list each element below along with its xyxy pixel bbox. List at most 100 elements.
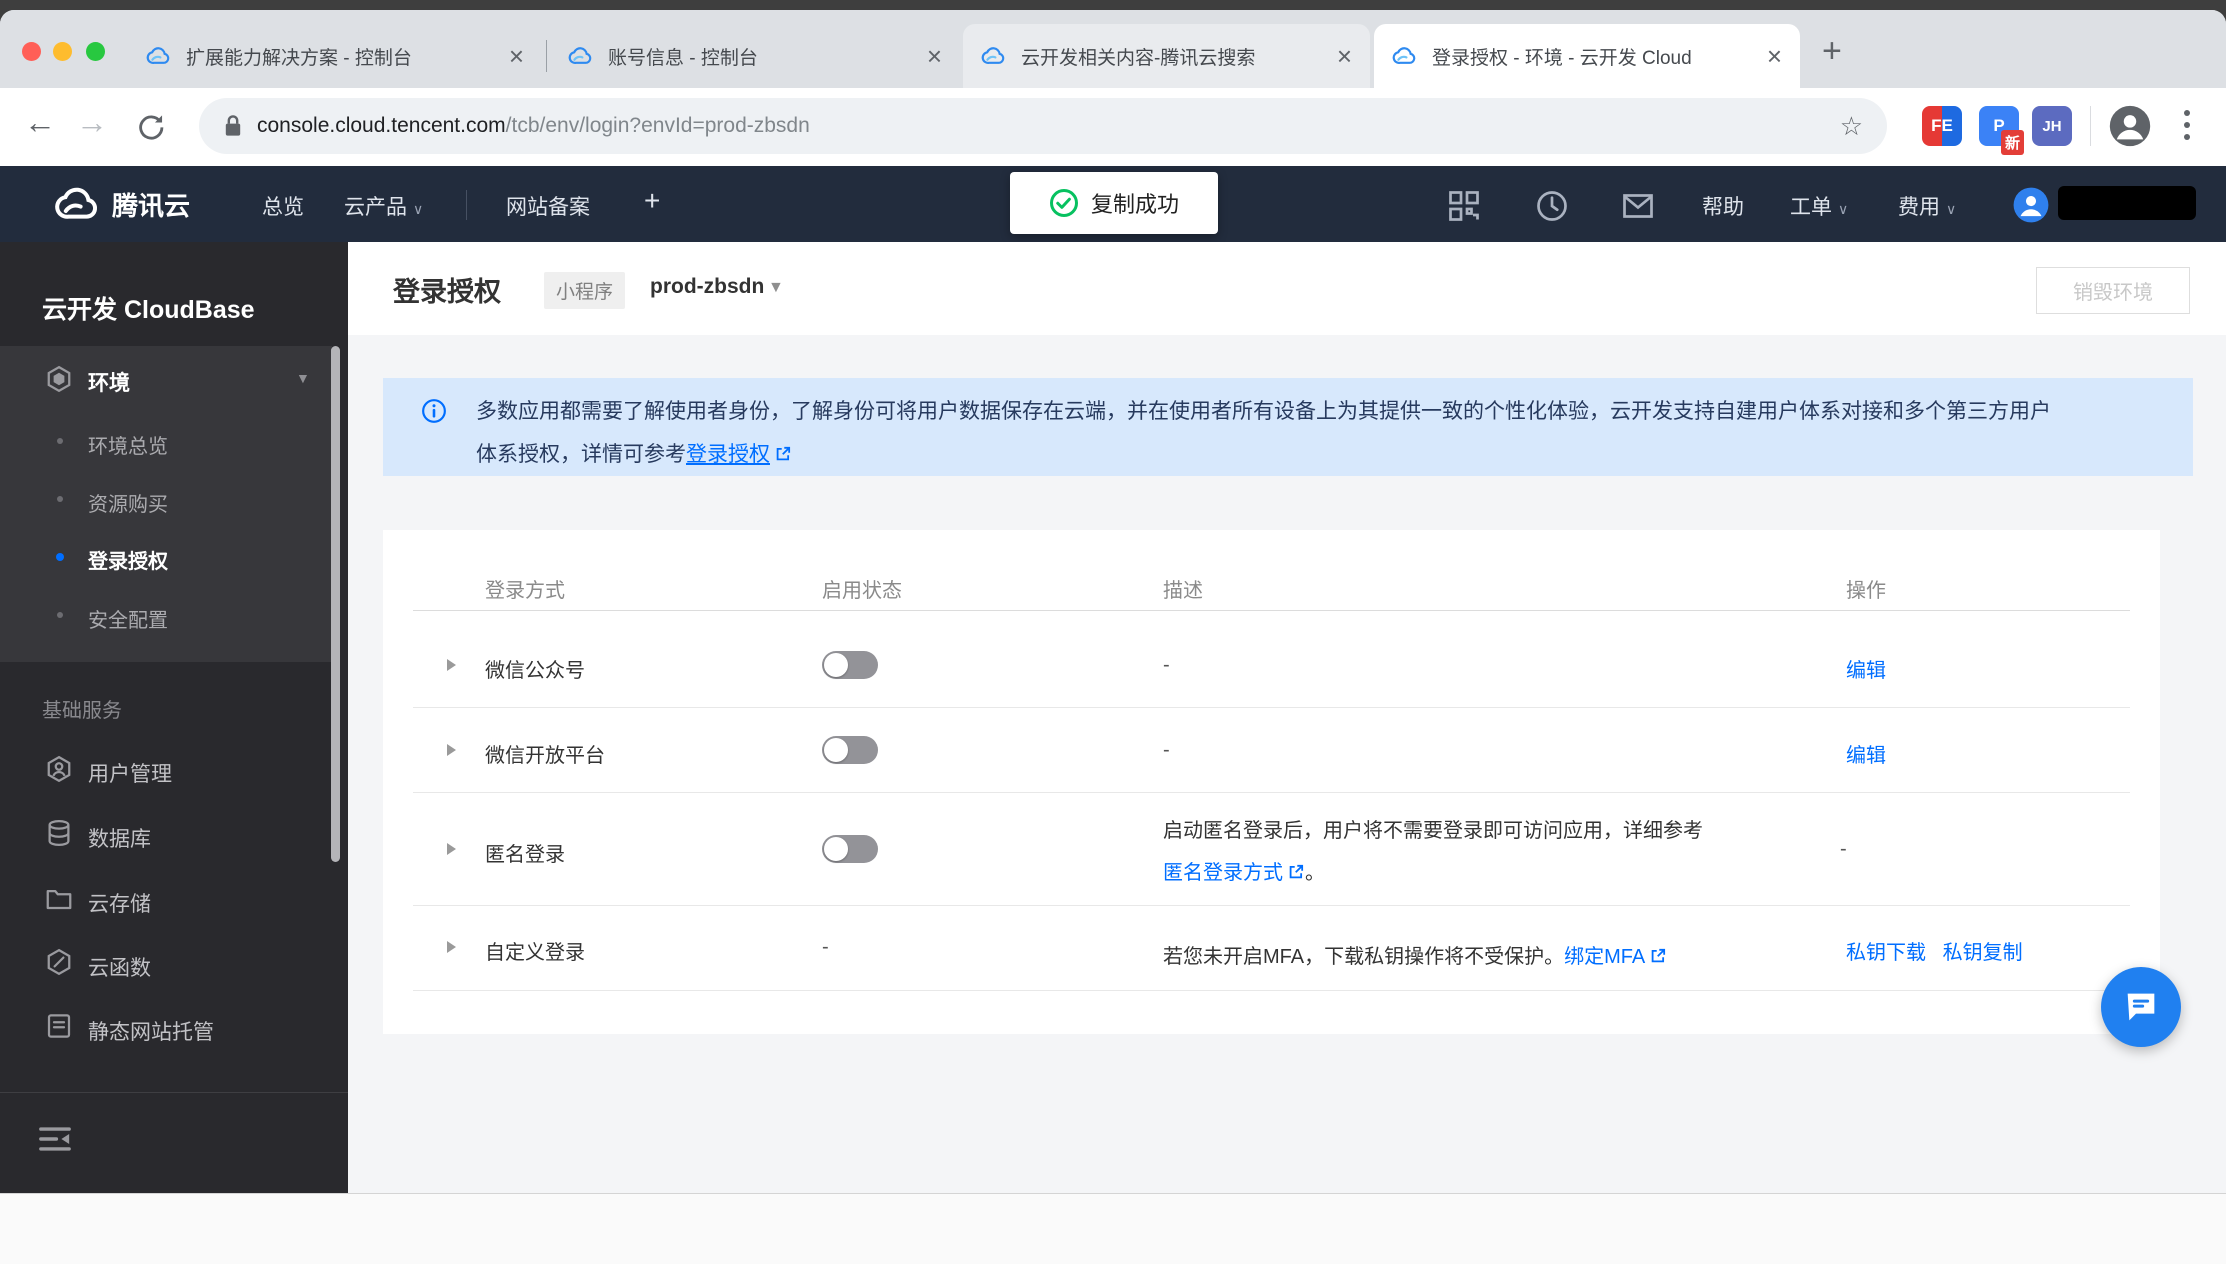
console-topnav: 腾讯云 总览 云产品 ∨ 网站备案 + 复制成功 帮助 工单 ∨ 费用 ∨ (0, 166, 2226, 242)
tab-separator (546, 40, 547, 72)
url-path: /tcb/env/login?envId=prod-zbsdn (505, 114, 810, 137)
sidebar-item-security-config[interactable]: 安全配置 (88, 604, 168, 633)
sidebar-item-cloud-storage[interactable]: 云存储 (88, 888, 151, 918)
window-zoom-button[interactable] (86, 42, 105, 61)
sidebar-item-login-auth[interactable]: 登录授权 (88, 545, 168, 574)
qr-code-icon[interactable] (1446, 188, 1482, 224)
tab-close-icon[interactable]: × (509, 43, 524, 69)
mail-icon[interactable] (1620, 188, 1656, 224)
private-key-download-link[interactable]: 私钥下载 (1846, 942, 1926, 964)
edit-link[interactable]: 编辑 (1846, 745, 1886, 767)
row-expander-icon[interactable] (447, 843, 456, 855)
sidebar-section-basic-services: 基础服务 (42, 700, 122, 722)
customer-service-chat-button[interactable] (2101, 967, 2181, 1047)
external-link-icon (1289, 864, 1304, 879)
new-tab-button[interactable]: + (1822, 34, 1842, 68)
destroy-env-button[interactable]: 销毁环境 (2036, 267, 2190, 314)
nav-add-icon[interactable]: + (644, 185, 660, 217)
nav-ticket[interactable]: 工单 ∨ (1790, 191, 1848, 221)
sidebar-item-user-management[interactable]: 用户管理 (88, 758, 172, 788)
reload-button[interactable] (134, 109, 168, 143)
row-expander-icon[interactable] (447, 744, 456, 756)
sidebar-item-static-hosting[interactable]: 静态网站托管 (88, 1016, 214, 1046)
tab-2[interactable]: 账号信息 - 控制台 × (550, 24, 960, 88)
chevron-down-icon: ∨ (413, 201, 424, 217)
extension-fe-icon[interactable]: FE (1922, 106, 1962, 146)
browser-menu-icon[interactable] (2184, 110, 2190, 116)
clock-icon[interactable] (1534, 188, 1570, 224)
tab-4-active[interactable]: 登录授权 - 环境 - 云开发 Cloud × (1374, 24, 1800, 88)
sidebar-footer-divider (0, 1092, 348, 1093)
banner-login-auth-link[interactable]: 登录授权 (686, 443, 770, 466)
tencent-cloud-favicon (981, 47, 1005, 64)
nav-help[interactable]: 帮助 (1702, 191, 1744, 221)
nav-overview[interactable]: 总览 (262, 191, 304, 221)
toggle-knob (824, 837, 848, 861)
row-method-name: 自定义登录 (485, 942, 585, 964)
tab-title: 云开发相关内容-腾讯云搜索 (1021, 47, 1256, 69)
window-close-button[interactable] (22, 42, 41, 61)
back-button[interactable]: ← (24, 104, 56, 141)
column-header-ops: 操作 (1846, 580, 1886, 602)
row-method-name: 微信公众号 (485, 660, 585, 682)
page-title: 登录授权 (393, 277, 501, 307)
info-banner: 多数应用都需要了解使用者身份，了解身份可将用户数据保存在云端，并在使用者所有设备… (383, 378, 2193, 476)
sidebar-scrollbar-thumb[interactable] (331, 346, 340, 862)
nav-icp[interactable]: 网站备案 (506, 191, 590, 221)
sidebar-item-resource-purchase[interactable]: 资源购买 (88, 488, 168, 517)
tencent-cloud-logo[interactable] (52, 180, 104, 228)
row-ops: 私钥下载 私钥复制 (1846, 936, 2023, 965)
window-minimize-button[interactable] (53, 42, 72, 61)
tab-close-icon[interactable]: × (1337, 43, 1352, 69)
tab-1[interactable]: 扩展能力解决方案 - 控制台 × (128, 24, 542, 88)
toggle-wechat-open[interactable] (822, 736, 878, 764)
toggle-knob (824, 653, 848, 677)
brand-text[interactable]: 腾讯云 (112, 186, 190, 223)
lock-icon (225, 115, 241, 136)
row-expander-icon[interactable] (447, 659, 456, 671)
edit-link[interactable]: 编辑 (1846, 660, 1886, 682)
table-divider (413, 792, 2130, 793)
address-bar[interactable]: console.cloud.tencent.com/tcb/env/login?… (199, 98, 1887, 154)
extension-p-icon[interactable]: P 新 (1979, 106, 2025, 155)
sidebar-collapse-icon[interactable] (38, 1124, 72, 1154)
row-ops: - (1840, 838, 1847, 860)
user-avatar-icon[interactable] (2012, 186, 2050, 224)
env-name-selector[interactable]: prod-zbsdn (650, 275, 764, 299)
tab-title: 登录授权 - 环境 - 云开发 Cloud (1432, 47, 1692, 69)
nav-products[interactable]: 云产品 ∨ (344, 191, 423, 221)
forward-button[interactable]: → (76, 104, 108, 141)
row-desc: 启动匿名登录后，用户将不需要登录即可访问应用，详细参考 匿名登录方式。 (1163, 820, 1703, 884)
database-icon (48, 820, 70, 847)
sidebar-item-cloud-functions[interactable]: 云函数 (88, 952, 151, 982)
nav-billing[interactable]: 费用 ∨ (1898, 191, 1956, 221)
user-management-icon (47, 755, 71, 783)
page-header: 登录授权 小程序 prod-zbsdn ▼ 销毁环境 (348, 242, 2226, 335)
tab-3[interactable]: 云开发相关内容-腾讯云搜索 × (963, 24, 1370, 88)
url-host: console.cloud.tencent.com (257, 114, 506, 137)
sidebar-section-environment[interactable]: 环境 (88, 367, 130, 397)
tab-close-icon[interactable]: × (927, 43, 942, 69)
sidebar-product-title: 云开发 CloudBase (42, 296, 255, 324)
row-method-name: 匿名登录 (485, 844, 565, 866)
address-bar-row: ← → console.cloud.tencent.com/tcb/env/lo… (0, 88, 2226, 166)
section-collapse-caret-icon[interactable]: ▼ (296, 370, 310, 386)
bind-mfa-link[interactable]: 绑定MFA (1564, 946, 1645, 968)
anonymous-login-doc-link[interactable]: 匿名登录方式 (1163, 862, 1283, 884)
row-expander-icon[interactable] (447, 941, 456, 953)
sidebar-item-env-overview[interactable]: 环境总览 (88, 430, 168, 459)
table-divider (413, 707, 2130, 708)
env-type-badge: 小程序 (544, 272, 626, 309)
env-select-caret-icon[interactable]: ▼ (768, 279, 784, 297)
toggle-anonymous-login[interactable] (822, 835, 878, 863)
bullet-icon (57, 496, 63, 502)
toggle-wechat-official[interactable] (822, 651, 878, 679)
profile-avatar-icon[interactable] (2108, 104, 2152, 148)
extension-jh-icon[interactable]: JH (2032, 106, 2072, 146)
tab-close-icon[interactable]: × (1767, 43, 1782, 69)
sidebar-item-database[interactable]: 数据库 (88, 823, 151, 853)
bookmark-star-icon[interactable]: ☆ (1840, 111, 1863, 142)
chevron-down-icon: ∨ (1946, 201, 1957, 217)
private-key-copy-link[interactable]: 私钥复制 (1943, 942, 2023, 964)
tab-title: 账号信息 - 控制台 (608, 47, 758, 69)
